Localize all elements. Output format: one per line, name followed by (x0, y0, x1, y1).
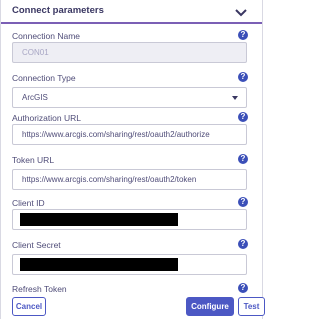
cancel-button[interactable]: Cancel (12, 297, 46, 316)
connection-type-select[interactable]: ArcGIS (12, 87, 247, 108)
help-icon[interactable]: ? (238, 112, 248, 122)
chevron-down-icon[interactable] (234, 5, 248, 17)
connection-name-label: Connection Name (12, 31, 81, 41)
client-id-label: Client ID (12, 198, 45, 208)
help-icon[interactable]: ? (238, 283, 248, 293)
redaction-block (20, 258, 178, 271)
client-secret-label: Client Secret (12, 240, 61, 250)
help-icon[interactable]: ? (238, 72, 248, 82)
token-url-input[interactable]: https://www.arcgis.com/sharing/rest/oaut… (12, 169, 247, 190)
client-secret-input[interactable] (12, 254, 247, 275)
refresh-token-label: Refresh Token (12, 284, 67, 294)
caret-down-icon (232, 96, 238, 100)
authorization-url-label: Authorization URL (12, 113, 81, 123)
connection-name-input[interactable]: CON01 (12, 42, 247, 63)
configure-button[interactable]: Configure (186, 297, 234, 316)
connect-parameters-panel: Connect parameters Connection Name ? CON… (0, 0, 263, 319)
help-icon[interactable]: ? (238, 30, 248, 40)
connection-type-value: ArcGIS (22, 93, 48, 102)
authorization-url-input[interactable]: https://www.arcgis.com/sharing/rest/oaut… (12, 124, 247, 145)
client-id-input[interactable] (12, 209, 247, 230)
token-url-label: Token URL (12, 155, 55, 165)
connection-type-label: Connection Type (12, 73, 76, 83)
redaction-block (20, 213, 178, 226)
test-button[interactable]: Test (238, 297, 265, 316)
section-title: Connect parameters (12, 5, 104, 16)
help-icon[interactable]: ? (238, 239, 248, 249)
section-header[interactable]: Connect parameters (1, 0, 262, 24)
help-icon[interactable]: ? (238, 197, 248, 207)
help-icon[interactable]: ? (238, 154, 248, 164)
